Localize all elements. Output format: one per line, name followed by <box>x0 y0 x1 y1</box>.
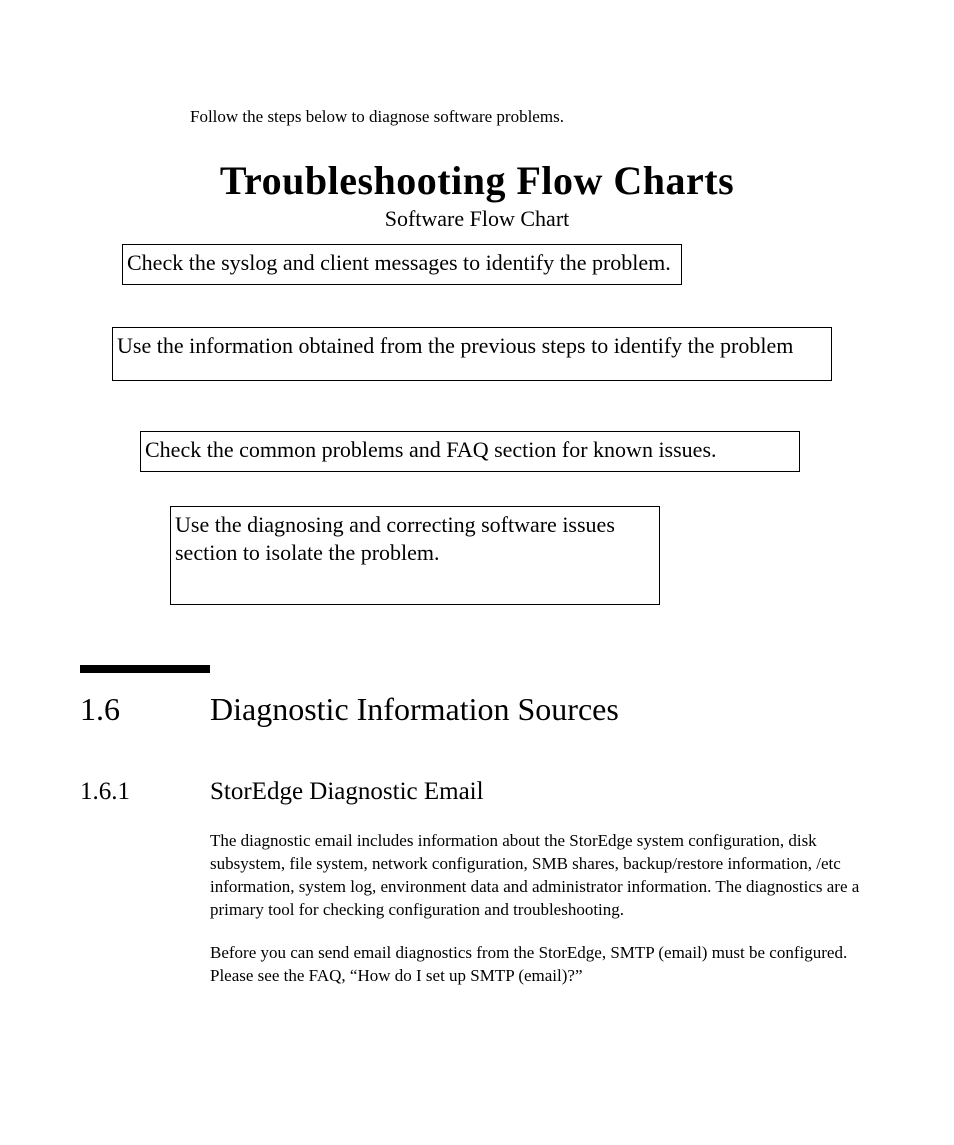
document-page: Follow the steps below to diagnose softw… <box>0 0 954 1145</box>
body-paragraph-2: Before you can send email diagnostics fr… <box>210 942 870 988</box>
body-paragraph-1: The diagnostic email includes informatio… <box>210 830 870 922</box>
flow-step-3-box: Check the common problems and FAQ sectio… <box>140 431 800 472</box>
subsection-heading: 1.6.1 StorEdge Diagnostic Email <box>80 778 874 806</box>
flow-chart-subtitle: Software Flow Chart <box>80 206 874 232</box>
section-number: 1.6 <box>80 691 210 728</box>
flow-chart-title: Troubleshooting Flow Charts <box>80 157 874 204</box>
subsection-number: 1.6.1 <box>80 778 210 806</box>
subsection-title: StorEdge Diagnostic Email <box>210 778 484 806</box>
section-title: Diagnostic Information Sources <box>210 691 619 728</box>
flow-step-4-box: Use the diagnosing and correcting softwa… <box>170 506 660 605</box>
flow-step-1-box: Check the syslog and client messages to … <box>122 244 682 285</box>
intro-paragraph: Follow the steps below to diagnose softw… <box>190 107 874 127</box>
flow-step-2-box: Use the information obtained from the pr… <box>112 327 832 382</box>
section-rule <box>80 665 210 673</box>
section-heading: 1.6 Diagnostic Information Sources <box>80 691 874 728</box>
